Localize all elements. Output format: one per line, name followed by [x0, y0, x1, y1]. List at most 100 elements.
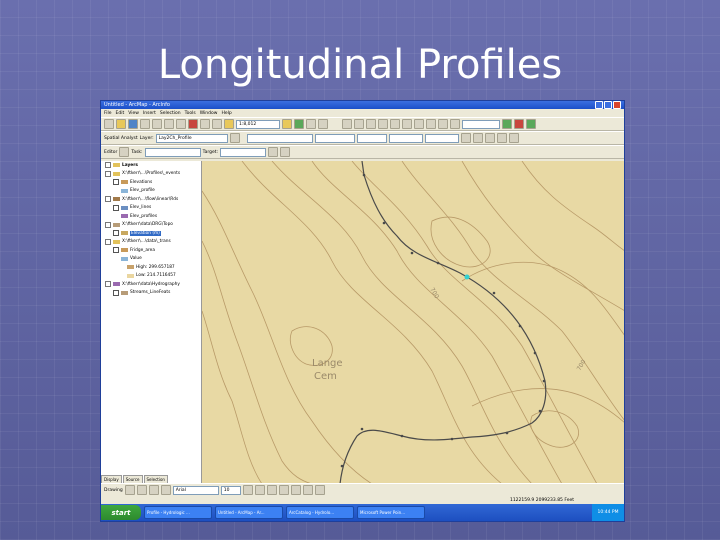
- layout-tool-5-icon[interactable]: [390, 119, 400, 129]
- bold-icon[interactable]: [242, 485, 253, 495]
- layout-tool-10-icon[interactable]: [450, 119, 460, 129]
- toc-layer-row[interactable]: Elevation (m): [101, 229, 201, 238]
- expand-icon[interactable]: [105, 196, 111, 203]
- tool-green-icon[interactable]: [526, 119, 536, 129]
- menu-insert[interactable]: Insert: [143, 111, 156, 116]
- map-canvas[interactable]: Lange Cem 700 700: [202, 161, 625, 484]
- layout-tool-3-icon[interactable]: [366, 119, 376, 129]
- rotate-icon[interactable]: [136, 485, 147, 495]
- toc-layer-row[interactable]: High: 299.657187: [101, 263, 201, 272]
- selected-point[interactable]: [464, 274, 470, 280]
- sketch-properties-icon[interactable]: [280, 147, 291, 157]
- text-tool-icon[interactable]: [160, 485, 171, 495]
- sub-tool-4-icon[interactable]: [496, 133, 507, 143]
- toc-layer-row[interactable]: X:\ftkerr\...\Profiles\_events: [101, 170, 201, 179]
- toc-layer-row[interactable]: X:\ftkerr\...\flow\linear\Rds: [101, 195, 201, 204]
- font-combo[interactable]: Arial: [172, 485, 219, 495]
- print-icon[interactable]: [140, 119, 150, 129]
- attribute-tools-combo[interactable]: [388, 133, 423, 143]
- menu-window[interactable]: Window: [200, 111, 218, 116]
- open-icon[interactable]: [116, 119, 126, 129]
- toc-layer-row[interactable]: Elev_profile: [101, 187, 201, 196]
- expand-icon[interactable]: [105, 221, 111, 228]
- layout-tool-8-icon[interactable]: [426, 119, 436, 129]
- add-data-icon[interactable]: [224, 119, 234, 129]
- toc-layer-row[interactable]: X:\ftkerr\data\Hydrography: [101, 280, 201, 289]
- attributes-icon[interactable]: [268, 147, 279, 157]
- toc-layer-row[interactable]: X:\ftkerr\data\DRG\Topo: [101, 221, 201, 230]
- extension-combo[interactable]: [462, 119, 500, 129]
- histogram-icon[interactable]: [229, 133, 240, 143]
- paste-icon[interactable]: [176, 119, 186, 129]
- line-color-icon[interactable]: [302, 485, 313, 495]
- expand-icon[interactable]: [105, 170, 111, 177]
- layout-tool-9-icon[interactable]: [438, 119, 448, 129]
- taskbar-item-arccatalog[interactable]: ArcCatalog - Hydrolo...: [286, 506, 354, 519]
- menu-selection[interactable]: Selection: [160, 111, 181, 116]
- menu-tools[interactable]: Tools: [185, 111, 196, 116]
- target-combo[interactable]: [220, 147, 267, 157]
- window-titlebar[interactable]: Untitled - ArcMap - ArcInfo: [101, 101, 624, 109]
- menu-edit[interactable]: Edit: [116, 111, 125, 116]
- delete-icon[interactable]: [188, 119, 198, 129]
- drawing-menu[interactable]: Drawing: [104, 488, 123, 493]
- taskbar-item-powerpoint[interactable]: Microsoft Power Poin...: [357, 506, 425, 519]
- sub-tool-2-icon[interactable]: [472, 133, 483, 143]
- editor-label[interactable]: Editor: [104, 150, 117, 155]
- layer-checkbox[interactable]: [113, 204, 119, 211]
- toc-layer-row[interactable]: Streams_LineFeats: [101, 289, 201, 298]
- layer-checkbox[interactable]: [113, 247, 119, 254]
- sketch-tool-icon[interactable]: [119, 147, 130, 157]
- fill-color-icon[interactable]: [290, 485, 301, 495]
- layer-checkbox[interactable]: [113, 289, 119, 296]
- toc-layer-row[interactable]: Elevations: [101, 178, 201, 187]
- marker-color-icon[interactable]: [314, 485, 325, 495]
- close-button[interactable]: [613, 101, 621, 109]
- tool-red-icon[interactable]: [514, 119, 524, 129]
- layer-combo[interactable]: Lay2Ch_Profile: [155, 133, 228, 143]
- taskbar-item-profile[interactable]: Profile - Hydrologic ...: [144, 506, 212, 519]
- new-icon[interactable]: [104, 119, 114, 129]
- arctoolbox-icon[interactable]: [294, 119, 304, 129]
- rectangle-icon[interactable]: [148, 485, 159, 495]
- undo-icon[interactable]: [200, 119, 210, 129]
- underline-icon[interactable]: [266, 485, 277, 495]
- taskbar-item-arcmap[interactable]: Untitled - ArcMap - Ar...: [215, 506, 283, 519]
- command-line-icon[interactable]: [306, 119, 316, 129]
- redo-icon[interactable]: [212, 119, 222, 129]
- layout-tool-7-icon[interactable]: [414, 119, 424, 129]
- toc-layer-row[interactable]: Elev_lines: [101, 204, 201, 213]
- minimize-button[interactable]: [595, 101, 603, 109]
- toc-layer-row[interactable]: X:\ftkerr\...\data\_trans: [101, 238, 201, 247]
- georeferencing-combo[interactable]: [246, 133, 313, 143]
- font-size-combo[interactable]: 10: [220, 485, 241, 495]
- select-elements-icon[interactable]: [124, 485, 135, 495]
- sub-tool-3-icon[interactable]: [484, 133, 495, 143]
- terrain-tools-combo[interactable]: [424, 133, 459, 143]
- copy-icon[interactable]: [164, 119, 174, 129]
- layout-tool-4-icon[interactable]: [378, 119, 388, 129]
- toc-layer-row[interactable]: Elev_profiles: [101, 212, 201, 221]
- task-combo[interactable]: [144, 147, 201, 157]
- hydro-combo[interactable]: [314, 133, 355, 143]
- expand-icon[interactable]: [105, 238, 111, 245]
- toc-layer-row[interactable]: Value: [101, 255, 201, 264]
- analysis-icon[interactable]: [502, 119, 512, 129]
- save-icon[interactable]: [128, 119, 138, 129]
- toc-layer-row[interactable]: Fridge_area: [101, 246, 201, 255]
- editor-toolbar-icon[interactable]: [282, 119, 292, 129]
- expand-icon[interactable]: [105, 281, 111, 288]
- cut-icon[interactable]: [152, 119, 162, 129]
- italic-icon[interactable]: [254, 485, 265, 495]
- menu-view[interactable]: View: [128, 111, 139, 116]
- maximize-button[interactable]: [604, 101, 612, 109]
- layout-tool-1-icon[interactable]: [342, 119, 352, 129]
- layout-tool-2-icon[interactable]: [354, 119, 364, 129]
- toc-layer-row[interactable]: Low: 214.7116457: [101, 272, 201, 281]
- map-view[interactable]: Lange Cem 700 700: [202, 161, 624, 484]
- scale-combo[interactable]: 1:8,012: [236, 119, 280, 129]
- network-combo[interactable]: [356, 133, 387, 143]
- layer-checkbox[interactable]: [113, 179, 119, 186]
- start-button[interactable]: start: [101, 505, 141, 520]
- sub-tool-5-icon[interactable]: [508, 133, 519, 143]
